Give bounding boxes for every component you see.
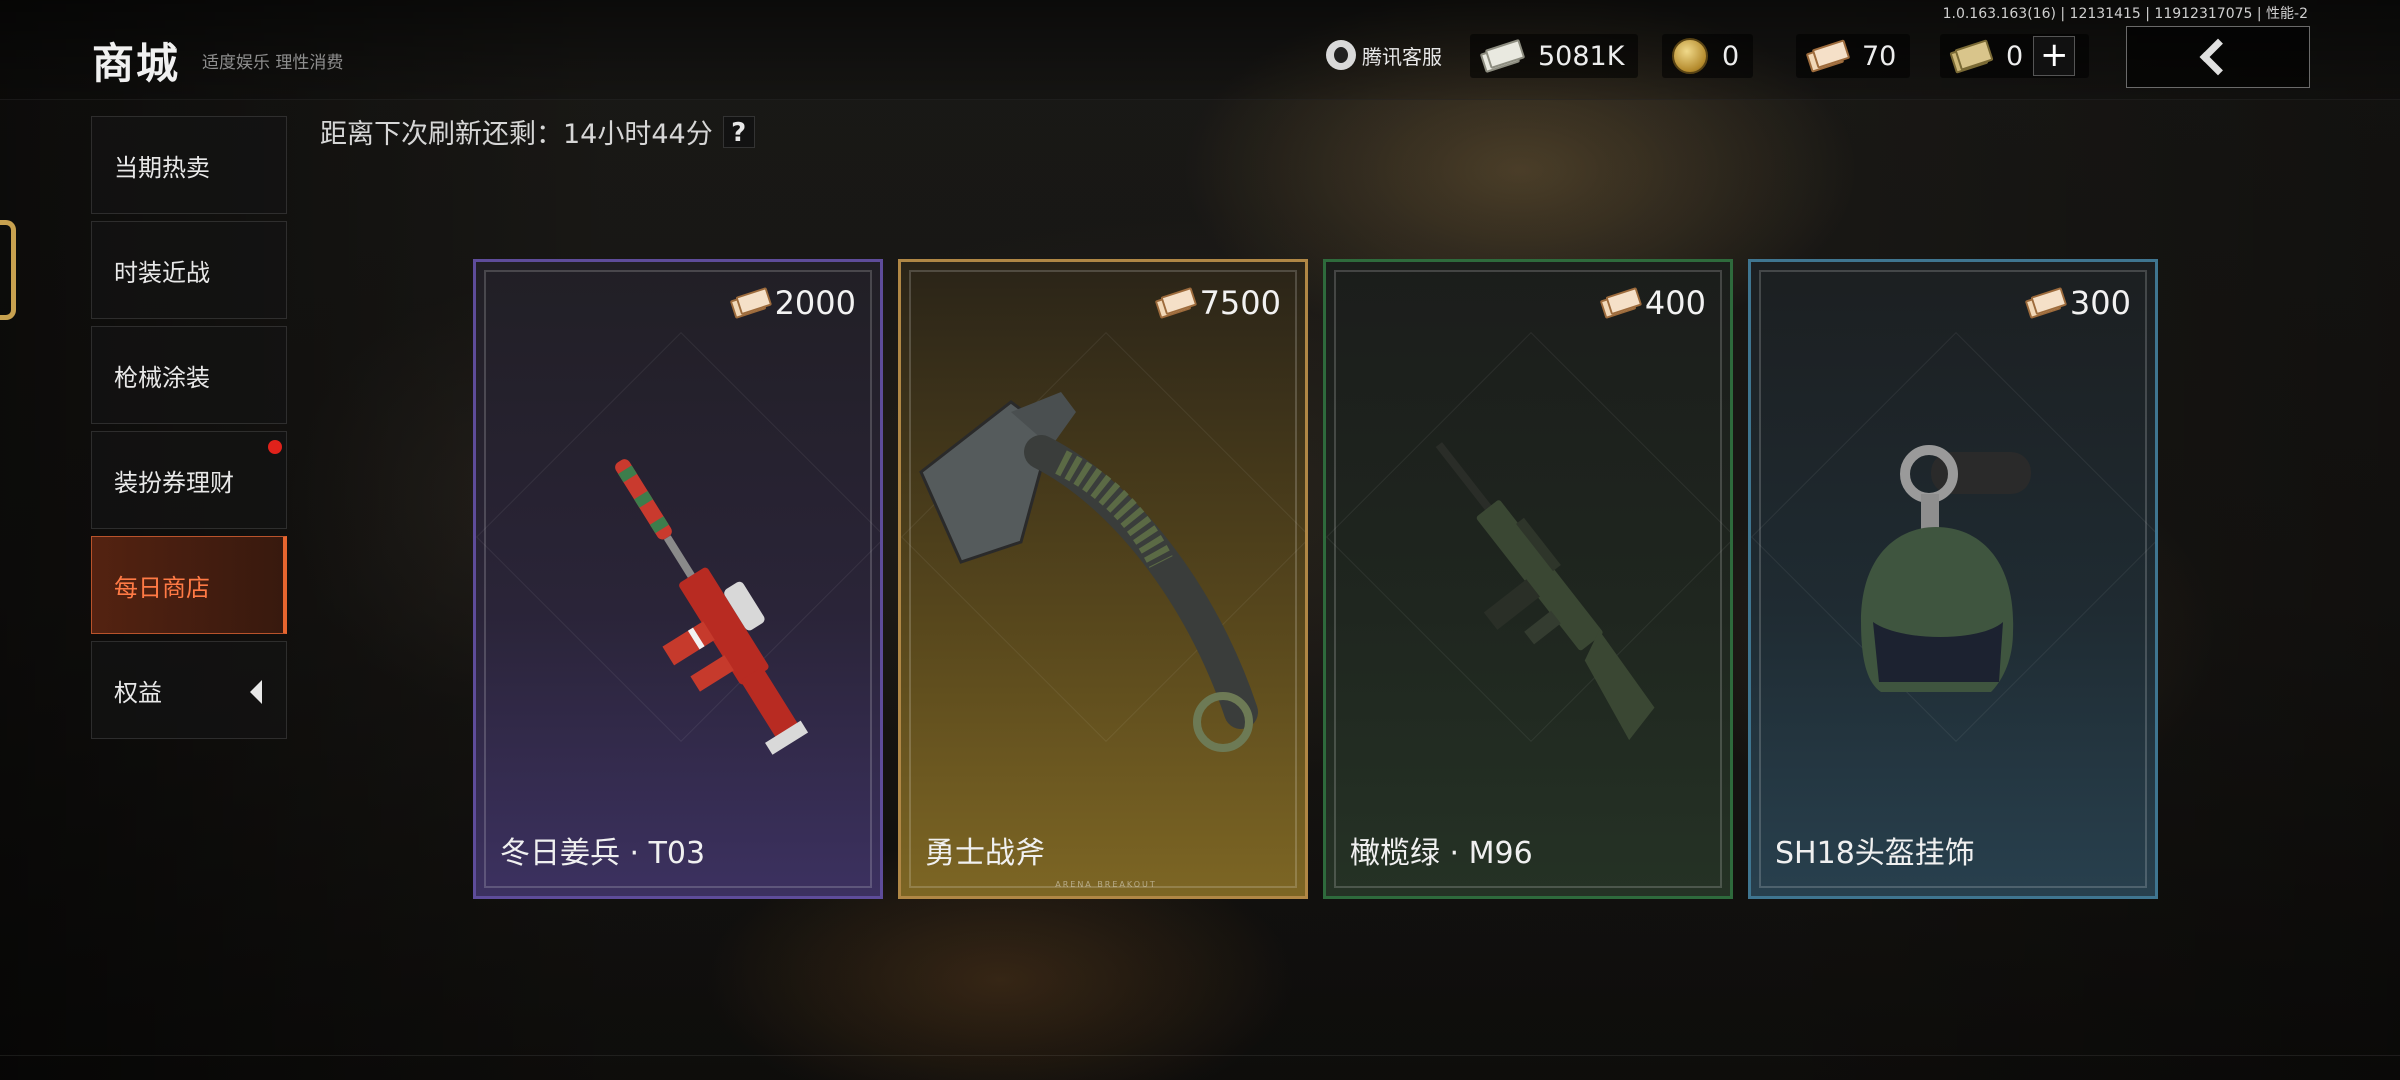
currency-value: 0 bbox=[2006, 40, 2024, 72]
ticket-icon bbox=[729, 287, 772, 319]
sidebar-item-label: 当期热卖 bbox=[114, 153, 210, 182]
item-name: 勇士战斧 bbox=[925, 836, 1045, 871]
currency-voucher[interactable]: 0 + bbox=[1940, 34, 2090, 78]
ticket-icon bbox=[1154, 287, 1197, 319]
sidebar-item-coupon-finance[interactable]: 装扮券理财 bbox=[91, 431, 287, 529]
customer-service-label: 腾讯客服 bbox=[1362, 44, 1442, 69]
voucher-icon bbox=[1949, 39, 1994, 74]
add-currency-button[interactable]: + bbox=[2033, 36, 2076, 76]
item-price: 400 bbox=[1599, 284, 1706, 322]
item-price: 7500 bbox=[1154, 284, 1281, 322]
item-price: 300 bbox=[2024, 284, 2131, 322]
page-title: 商城 bbox=[92, 39, 181, 88]
top-bar: 商城 适度娱乐 理性消费 1.0.163.163(16) | 12131415 … bbox=[0, 0, 2400, 100]
coin-icon bbox=[1672, 38, 1708, 74]
customer-service-icon bbox=[1326, 40, 1356, 70]
shop-card[interactable]: 2000 冬日姜兵 · T03 bbox=[473, 259, 883, 899]
sidebar-item-daily-shop[interactable]: 每日商店 bbox=[91, 536, 287, 634]
currency-value: 0 bbox=[1722, 40, 1740, 72]
refresh-timer: 距离下次刷新还剩：14小时44分 ? bbox=[320, 112, 755, 151]
sidebar-item-melee-skins[interactable]: 时装近战 bbox=[91, 221, 287, 319]
currency-cash[interactable]: 5081K bbox=[1470, 34, 1639, 78]
sidebar-item-label: 装扮券理财 bbox=[114, 468, 234, 497]
ticket-icon bbox=[1599, 287, 1643, 319]
sidebar-item-label: 枪械涂装 bbox=[114, 363, 210, 392]
rifle-icon bbox=[1435, 442, 1655, 741]
currency-value: 5081K bbox=[1538, 40, 1625, 72]
page-subtitle: 适度娱乐 理性消费 bbox=[202, 53, 344, 73]
ticket-icon bbox=[1805, 39, 1851, 73]
shop-card[interactable]: 400 橄榄绿 · M96 bbox=[1323, 259, 1733, 899]
customer-service-button[interactable]: 腾讯客服 bbox=[1326, 38, 1442, 72]
axe-icon bbox=[919, 392, 1258, 752]
ticket-icon bbox=[2024, 287, 2068, 319]
currency-ticket[interactable]: 70 bbox=[1796, 34, 1911, 78]
card-brand-text: ARENA BREAKOUT bbox=[1055, 880, 1157, 889]
sidebar: 当期热卖 时装近战 枪械涂装 装扮券理财 每日商店 权益 bbox=[91, 116, 287, 746]
footer-divider bbox=[0, 1055, 2400, 1056]
refresh-timer-text: 距离下次刷新还剩：14小时44分 bbox=[320, 119, 713, 150]
sidebar-item-label: 时装近战 bbox=[114, 258, 210, 287]
item-price: 2000 bbox=[729, 284, 856, 322]
chevron-left-icon bbox=[2199, 38, 2237, 76]
sidebar-item-label: 每日商店 bbox=[114, 573, 210, 602]
helmet-charm-icon bbox=[1861, 445, 2031, 692]
item-name: SH18头盔挂饰 bbox=[1775, 836, 1975, 871]
back-button[interactable] bbox=[2126, 26, 2310, 88]
item-name: 冬日姜兵 · T03 bbox=[500, 836, 706, 871]
sidebar-item-benefits[interactable]: 权益 bbox=[91, 641, 287, 739]
price-value: 7500 bbox=[1199, 284, 1281, 322]
price-value: 2000 bbox=[774, 284, 856, 322]
currency-value: 70 bbox=[1862, 40, 1897, 72]
shop-card[interactable]: 300 SH18头盔挂饰 bbox=[1748, 259, 2158, 899]
currency-coin[interactable]: 0 bbox=[1662, 34, 1754, 78]
price-value: 300 bbox=[2069, 284, 2131, 322]
shop-card[interactable]: 7500 勇士战斧 ARENA BREAKOUT bbox=[898, 259, 1308, 899]
sidebar-item-weapon-skins[interactable]: 枪械涂装 bbox=[91, 326, 287, 424]
help-button[interactable]: ? bbox=[722, 115, 755, 148]
side-tab-marker bbox=[0, 220, 16, 320]
sidebar-item-hot-sale[interactable]: 当期热卖 bbox=[91, 116, 287, 214]
price-value: 400 bbox=[1644, 284, 1706, 322]
expand-arrow-icon bbox=[250, 680, 262, 704]
cash-icon bbox=[1479, 38, 1526, 74]
notification-dot bbox=[268, 440, 282, 454]
rifle-icon bbox=[615, 459, 809, 755]
item-name: 橄榄绿 · M96 bbox=[1350, 836, 1533, 871]
sidebar-item-label: 权益 bbox=[114, 678, 162, 707]
version-info: 1.0.163.163(16) | 12131415 | 11912317075… bbox=[1942, 6, 2308, 22]
